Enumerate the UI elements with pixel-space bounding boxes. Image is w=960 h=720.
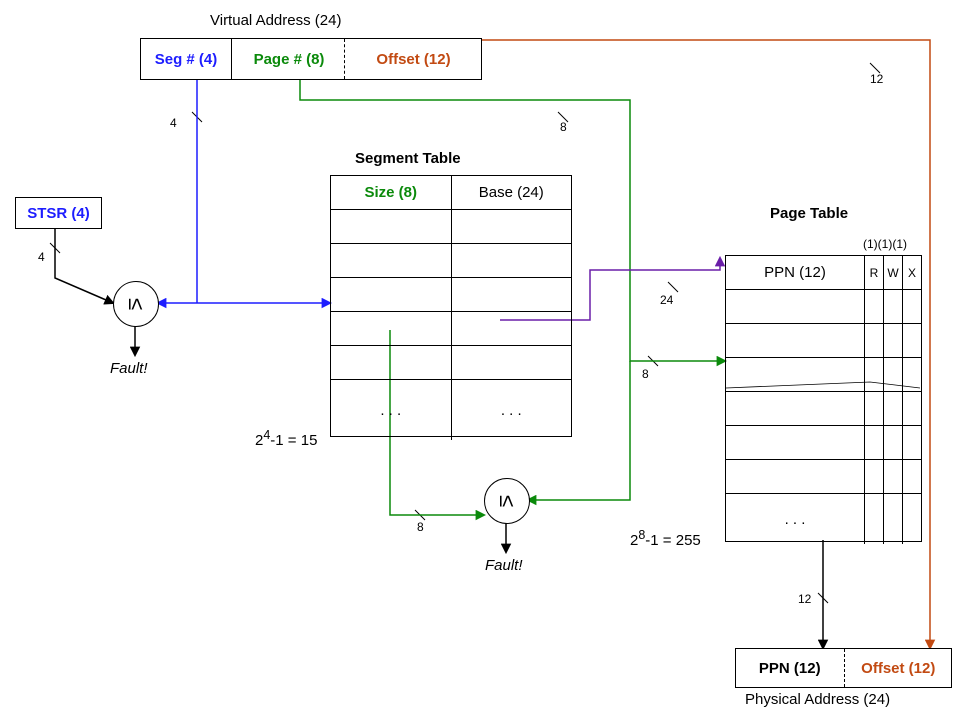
wire-8b: 8 (417, 520, 424, 534)
page-table: PPN (12) R W X . . . (725, 255, 922, 542)
pt-ppn-hdr: PPN (12) (726, 256, 865, 289)
compare-seg-icon: ≤ (113, 281, 159, 327)
wire-8c: 8 (642, 367, 649, 381)
page-table-title: Page Table (770, 205, 848, 222)
pt-r: R (865, 256, 884, 289)
physical-address-title: Physical Address (24) (745, 691, 890, 708)
segtable-dots1: . . . (331, 380, 452, 440)
pt-w: W (884, 256, 903, 289)
wire-24: 24 (660, 293, 673, 307)
pt-x: X (903, 256, 921, 289)
page-table-bits: (1)(1)(1) (863, 237, 907, 251)
physical-address-box: PPN (12) Offset (12) (735, 648, 952, 688)
virtual-address-box: Seg # (4) Page # (8) Offset (12) (140, 38, 482, 80)
va-seg: Seg # (4) (141, 51, 231, 68)
wire-12b: 12 (870, 72, 883, 86)
wire-8a: 8 (560, 120, 567, 134)
fault-size-label: Fault! (485, 557, 523, 574)
segment-table-title: Segment Table (355, 150, 461, 167)
segtable-size-hdr: Size (8) (331, 176, 452, 209)
pa-ppn: PPN (12) (736, 660, 844, 677)
virtual-address-title: Virtual Address (24) (210, 12, 341, 29)
va-page: Page # (8) (234, 51, 344, 68)
wire-4a: 4 (170, 116, 177, 130)
pa-offset: Offset (12) (846, 660, 952, 677)
fault-seg-label: Fault! (110, 360, 148, 377)
stsr-box: STSR (4) (15, 197, 102, 229)
wire-4b: 4 (38, 250, 45, 264)
segtable-base-hdr: Base (24) (452, 176, 572, 209)
wire-12a: 12 (798, 592, 811, 606)
segtable-maxidx: 24-1 = 15 (255, 428, 317, 449)
pagetable-maxidx: 28-1 = 255 (630, 528, 701, 549)
segment-table: Size (8) Base (24) . . . . . . (330, 175, 572, 437)
compare-size-icon: ≤ (484, 478, 530, 524)
va-offset: Offset (12) (346, 51, 481, 68)
pt-dots: . . . (726, 494, 865, 544)
segtable-dots2: . . . (452, 380, 572, 440)
